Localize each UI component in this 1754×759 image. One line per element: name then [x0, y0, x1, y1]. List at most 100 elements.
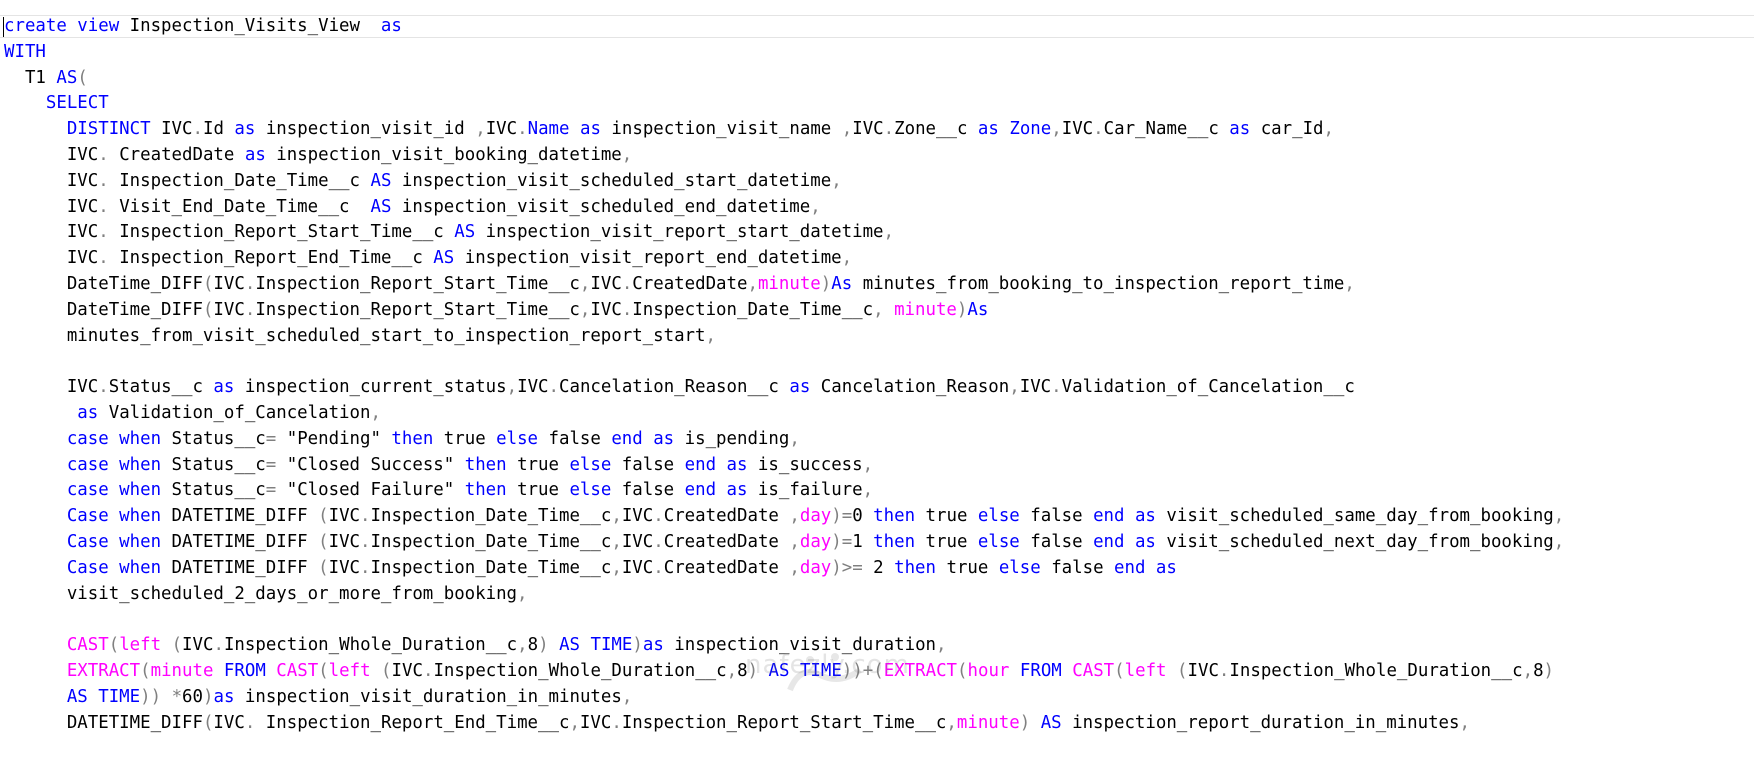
- code-token: Status__c: [171, 480, 266, 501]
- code-token: CAST: [1072, 660, 1115, 681]
- code-line[interactable]: Case when DATETIME_DIFF (IVC.Inspection_…: [4, 556, 1564, 582]
- code-token: =: [265, 480, 277, 501]
- code-token: )): [140, 686, 162, 707]
- code-line[interactable]: IVC. Inspection_Report_End_Time__c AS in…: [4, 246, 1564, 272]
- code-token: IVC: [328, 531, 361, 552]
- code-line[interactable]: AS TIME)) *60)as inspection_visit_durati…: [4, 685, 1564, 711]
- code-token: then: [873, 531, 916, 552]
- code-token: (: [318, 660, 329, 681]
- code-line[interactable]: case when Status__c= "Pending" then true…: [4, 427, 1564, 453]
- code-token: ,: [579, 299, 591, 320]
- code-token: ): [203, 686, 214, 707]
- code-token: inspection_visit_report_end_datetime: [454, 248, 842, 269]
- code-token: Inspection_Date_Time__c: [108, 170, 371, 191]
- code-token: day: [799, 506, 832, 527]
- code-token: .: [213, 635, 224, 656]
- code-line[interactable]: IVC.Status__c as inspection_current_stat…: [4, 375, 1564, 401]
- code-token: Inspection_Report_Start_Time__c: [255, 299, 580, 320]
- code-token: else: [569, 454, 612, 475]
- code-token: )=: [831, 531, 853, 552]
- code-area[interactable]: create view Inspection_Visits_View as WIT…: [4, 14, 1564, 736]
- code-token: false: [611, 454, 685, 475]
- code-token: else: [569, 480, 612, 501]
- code-token: .: [98, 222, 109, 243]
- code-token: as: [244, 144, 266, 165]
- code-token: .: [1093, 119, 1104, 140]
- code-token: Name: [527, 119, 570, 140]
- code-token: (: [318, 506, 329, 527]
- code-line[interactable]: visit_scheduled_2_days_or_more_from_book…: [4, 582, 1564, 608]
- code-token: visit_scheduled_next_day_from_booking: [1155, 531, 1554, 552]
- code-token: EXTRACT: [4, 660, 141, 681]
- code-token: Case when: [4, 506, 172, 527]
- code-line[interactable]: create view Inspection_Visits_View as: [4, 14, 1564, 40]
- code-token: DISTINCT: [4, 119, 162, 140]
- code-token: .: [517, 119, 528, 140]
- code-token: =: [265, 428, 277, 449]
- code-token: then: [391, 428, 434, 449]
- code-line[interactable]: DateTime_DIFF(IVC.Inspection_Report_Star…: [4, 272, 1564, 298]
- code-token: false: [1019, 531, 1094, 552]
- code-line[interactable]: IVC. CreatedDate as inspection_visit_boo…: [4, 143, 1564, 169]
- code-token: true: [915, 531, 978, 552]
- code-line[interactable]: DateTime_DIFF(IVC.Inspection_Report_Star…: [4, 298, 1564, 324]
- code-line[interactable]: [4, 349, 1564, 375]
- code-token: FROM: [223, 660, 266, 681]
- code-token: 1: [852, 531, 874, 552]
- code-token: .: [548, 377, 559, 398]
- code-line[interactable]: WITH: [4, 40, 1564, 66]
- code-token: As: [831, 273, 853, 294]
- code-token: Zone: [1009, 119, 1052, 140]
- code-token: inspection_visit_scheduled_start_datetim…: [391, 170, 832, 191]
- sql-editor[interactable]: create view Inspection_Visits_View as WIT…: [0, 0, 1754, 759]
- code-token: minute: [150, 660, 214, 681]
- code-line[interactable]: CAST(left (IVC.Inspection_Whole_Duration…: [4, 633, 1564, 659]
- code-token: as: [789, 377, 811, 398]
- code-token: 2: [862, 557, 895, 578]
- code-line[interactable]: minutes_from_visit_scheduled_start_to_in…: [4, 324, 1564, 350]
- code-line[interactable]: IVC. Inspection_Report_Start_Time__c AS …: [4, 220, 1564, 246]
- code-token: ,: [789, 531, 800, 552]
- code-line[interactable]: IVC. Inspection_Date_Time__c AS inspecti…: [4, 169, 1564, 195]
- code-token: (: [1177, 660, 1188, 681]
- code-line[interactable]: DISTINCT IVC.Id as inspection_visit_id ,…: [4, 117, 1564, 143]
- code-token: ,: [747, 273, 758, 294]
- code-token: ,: [841, 248, 853, 269]
- code-line[interactable]: case when Status__c= "Closed Failure" th…: [4, 478, 1564, 504]
- code-token: .: [360, 506, 371, 527]
- code-token: AS: [56, 67, 78, 88]
- code-line[interactable]: EXTRACT(minute FROM CAST(left (IVC.Inspe…: [4, 659, 1564, 685]
- code-line[interactable]: T1 AS(: [4, 66, 1564, 92]
- code-token: is_success: [747, 454, 863, 475]
- code-token: inspection_visit_booking_datetime: [265, 144, 622, 165]
- code-line[interactable]: Case when DATETIME_DIFF (IVC.Inspection_…: [4, 530, 1564, 556]
- code-token: true: [915, 506, 978, 527]
- code-token: inspection_report_duration_in_minutes: [1061, 712, 1460, 733]
- code-token: minutes_from_visit_scheduled_start_to_in…: [4, 325, 706, 346]
- code-token: Inspection_Date_Time__c: [370, 506, 612, 527]
- code-token: (: [1114, 660, 1125, 681]
- code-line[interactable]: as Validation_of_Cancelation,: [4, 401, 1564, 427]
- code-token: As: [967, 299, 989, 320]
- code-line[interactable]: case when Status__c= "Closed Success" th…: [4, 453, 1564, 479]
- code-token: Inspection_Report_End_Time__c: [255, 712, 570, 733]
- code-line[interactable]: [4, 607, 1564, 633]
- code-token: DateTime_DIFF: [4, 299, 203, 320]
- code-token: 8: [527, 635, 539, 656]
- code-token: DATETIME_DIFF: [171, 557, 319, 578]
- code-token: IVC: [4, 144, 99, 165]
- code-token: (: [318, 531, 329, 552]
- code-token: AS TIME: [4, 686, 141, 707]
- code-line[interactable]: Case when DATETIME_DIFF (IVC.Inspection_…: [4, 504, 1564, 530]
- code-line[interactable]: IVC. Visit_End_Date_Time__c AS inspectio…: [4, 195, 1564, 221]
- code-token: CAST: [276, 660, 319, 681]
- code-token: ,: [1344, 273, 1355, 294]
- code-line[interactable]: SELECT: [4, 91, 1564, 117]
- code-token: ,: [1553, 531, 1565, 552]
- code-token: Case when: [4, 531, 172, 552]
- code-line[interactable]: DATETIME_DIFF(IVC. Inspection_Report_End…: [4, 711, 1564, 737]
- code-token: =: [265, 454, 277, 475]
- code-token: .: [653, 557, 664, 578]
- code-token: IVC: [328, 557, 361, 578]
